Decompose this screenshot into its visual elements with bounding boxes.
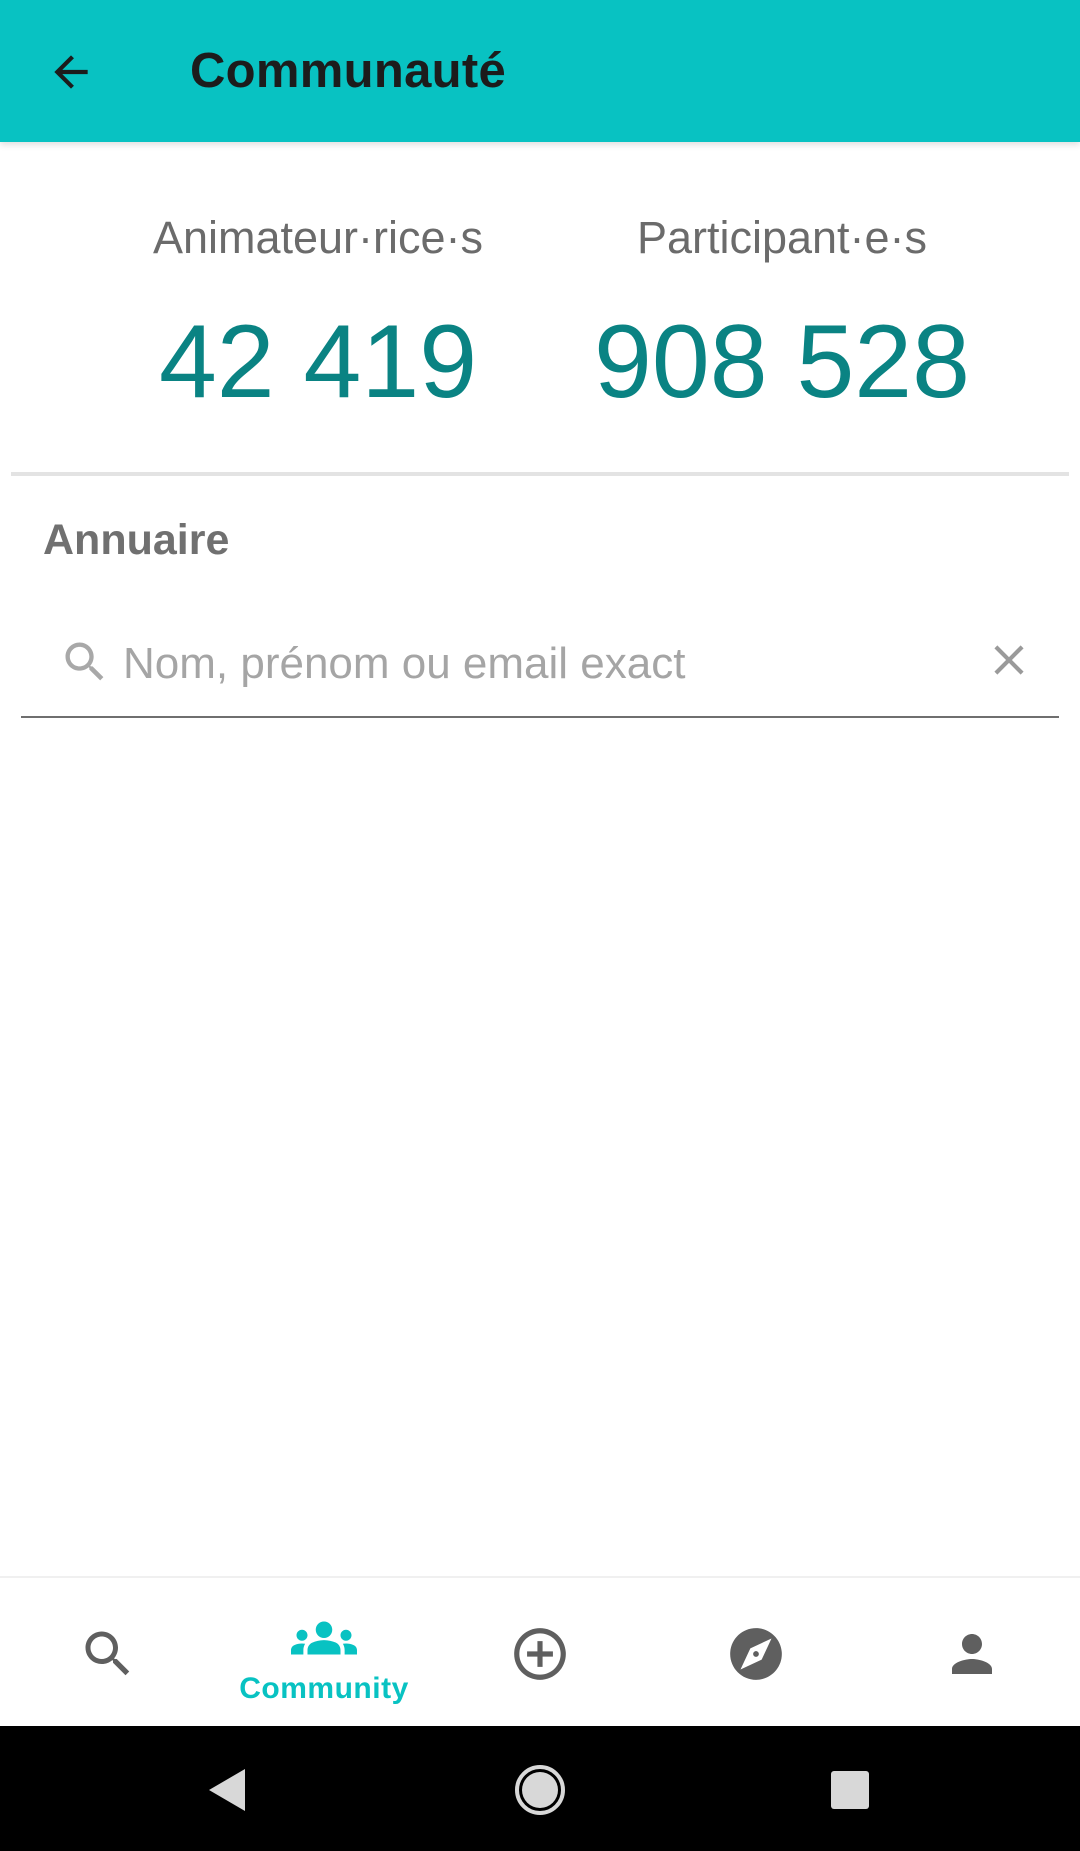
nav-profile[interactable] [864,1578,1080,1728]
arrow-back-icon [54,55,88,89]
participants-count: 908 528 [594,304,970,420]
nav-explore[interactable] [648,1578,864,1728]
clear-search-button[interactable] [981,632,1037,688]
groups-icon [291,1621,357,1655]
nav-create[interactable] [432,1578,648,1728]
system-home-button[interactable] [500,1750,580,1830]
recents-square-icon [831,1771,869,1809]
bottom-navigation: Community [0,1576,1080,1728]
nav-community-label: Community [239,1672,409,1705]
search-icon [85,1631,130,1676]
section-divider [11,472,1069,476]
animators-label: Animateur·rice·s [152,212,484,263]
person-icon [952,1634,992,1674]
community-stats: Animateur·rice·s 42 419 Participant·e·s … [0,142,1080,474]
search-input[interactable] [123,630,963,698]
home-circle-icon [515,1765,565,1815]
nav-search[interactable] [0,1578,216,1728]
add-circle-icon [514,1628,566,1680]
search-icon [59,636,111,688]
animators-count: 42 419 [158,304,478,420]
system-navigation-bar [0,1726,1080,1851]
back-triangle-icon [209,1769,245,1811]
close-icon [994,645,1024,675]
nav-community[interactable]: Community [216,1578,432,1728]
participants-label: Participant·e·s [636,212,928,263]
back-button[interactable] [36,37,106,107]
directory-search-field [21,612,1059,718]
compass-icon [730,1628,782,1680]
animators-stat: Animateur·rice·s 42 419 [118,142,518,474]
app-bar: Communauté [0,0,1080,142]
page-title: Communauté [190,44,507,98]
directory-title: Annuaire [43,516,230,564]
participants-stat: Participant·e·s 908 528 [582,142,982,474]
system-back-button[interactable] [186,1750,266,1830]
system-recents-button[interactable] [810,1750,890,1830]
